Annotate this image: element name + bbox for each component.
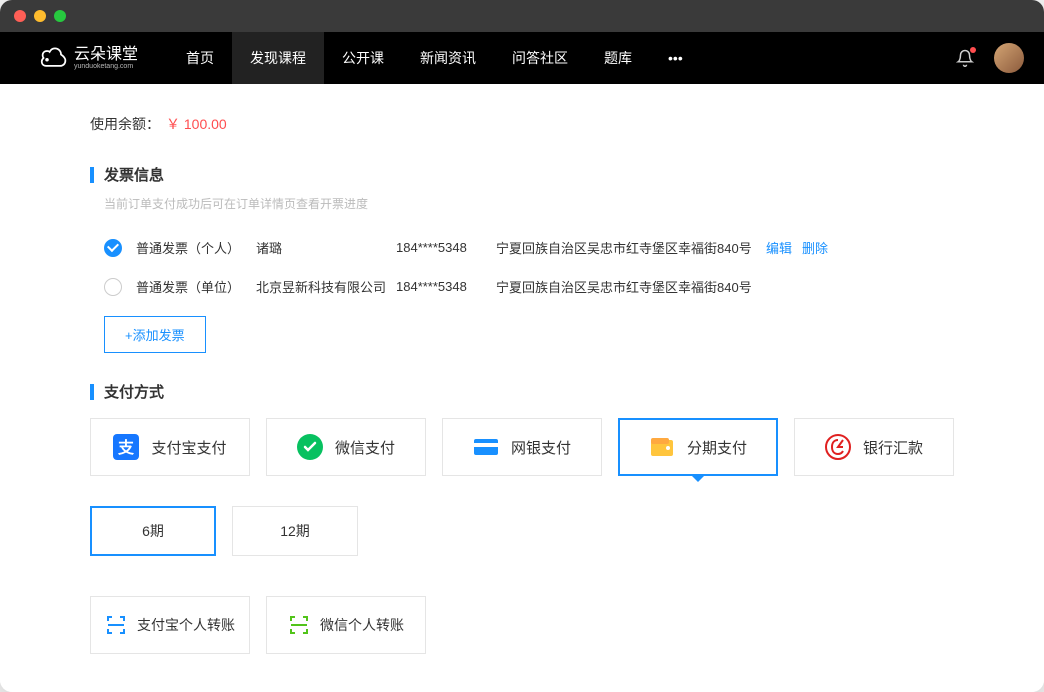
- nav-item-0[interactable]: 首页: [168, 32, 232, 84]
- add-invoice-button[interactable]: +添加发票: [104, 316, 206, 353]
- netbank-icon: [473, 434, 499, 460]
- logo[interactable]: 云朵课堂 yunduoketang.com: [40, 46, 138, 70]
- payment-section-title: 支付方式: [104, 381, 164, 402]
- balance-label: 使用余额：: [90, 114, 160, 134]
- installment-period-option[interactable]: 12期: [232, 506, 358, 556]
- payment-method-bankwire[interactable]: 银行汇款: [794, 418, 954, 476]
- invoice-row: 普通发票（单位）北京昱新科技有限公司184****5348宁夏回族自治区吴忠市红…: [90, 267, 954, 306]
- main-content: 使用余额： ￥ 100.00 发票信息 当前订单支付成功后可在订单详情页查看开票…: [0, 84, 1044, 692]
- invoice-section-title: 发票信息: [104, 164, 164, 185]
- logo-text: 云朵课堂: [74, 47, 138, 63]
- transfer-label: 支付宝个人转账: [137, 615, 235, 635]
- alipay-icon: 支: [113, 434, 139, 460]
- payment-method-label: 网银支付: [511, 437, 571, 458]
- transfer-label: 微信个人转账: [320, 615, 404, 635]
- balance-value: ￥ 100.00: [166, 114, 227, 134]
- invoice-radio[interactable]: [104, 239, 122, 257]
- payment-method-installment[interactable]: 分期支付: [618, 418, 778, 476]
- invoice-phone: 184****5348: [396, 240, 496, 255]
- maximize-window-icon[interactable]: [54, 10, 66, 22]
- cloud-logo-icon: [40, 46, 68, 70]
- logo-subtext: yunduoketang.com: [74, 63, 138, 70]
- payment-method-netbank[interactable]: 网银支付: [442, 418, 602, 476]
- invoice-phone: 184****5348: [396, 279, 496, 294]
- installment-period-option[interactable]: 6期: [90, 506, 216, 556]
- close-window-icon[interactable]: [14, 10, 26, 22]
- invoice-address: 宁夏回族自治区吴忠市红寺堡区幸福街840号: [496, 238, 756, 257]
- window-titlebar: [0, 0, 1044, 32]
- payment-method-label: 微信支付: [335, 437, 395, 458]
- invoice-radio[interactable]: [104, 278, 122, 296]
- notification-bell[interactable]: [956, 49, 974, 67]
- ellipsis-icon: •••: [668, 50, 683, 66]
- payment-method-label: 银行汇款: [863, 437, 923, 458]
- invoice-section-subtitle: 当前订单支付成功后可在订单详情页查看开票进度: [104, 195, 954, 212]
- notification-dot-icon: [970, 47, 976, 53]
- invoice-section: 发票信息 当前订单支付成功后可在订单详情页查看开票进度 普通发票（个人）诸璐18…: [90, 164, 954, 353]
- invoice-row: 普通发票（个人）诸璐184****5348宁夏回族自治区吴忠市红寺堡区幸福街84…: [90, 228, 954, 267]
- payment-method-wechat[interactable]: 微信支付: [266, 418, 426, 476]
- invoice-type: 普通发票（单位）: [136, 277, 256, 296]
- transfer-option-wechat-transfer[interactable]: 微信个人转账: [266, 596, 426, 654]
- nav-item-3[interactable]: 新闻资讯: [402, 32, 494, 84]
- minimize-window-icon[interactable]: [34, 10, 46, 22]
- payment-section: 支付方式 支支付宝支付 微信支付 网银支付 分期支付 银行汇款 6期 12期 支付宝个人转…: [90, 381, 954, 654]
- section-accent-bar: [90, 167, 94, 183]
- invoice-delete-link[interactable]: 删除: [802, 238, 828, 257]
- invoice-name: 北京昱新科技有限公司: [256, 277, 396, 296]
- nav-item-2[interactable]: 公开课: [324, 32, 402, 84]
- navbar: 云朵课堂 yunduoketang.com 首页发现课程公开课新闻资讯问答社区题…: [0, 32, 1044, 84]
- payment-method-label: 分期支付: [687, 437, 747, 458]
- svg-text:支: 支: [117, 438, 135, 457]
- nav-item-5[interactable]: 题库: [586, 32, 650, 84]
- balance-row: 使用余额： ￥ 100.00: [90, 114, 954, 134]
- user-avatar[interactable]: [994, 43, 1024, 73]
- payment-method-label: 支付宝支付: [151, 437, 226, 458]
- nav-item-4[interactable]: 问答社区: [494, 32, 586, 84]
- bank-icon: [825, 434, 851, 460]
- scan-icon: [288, 614, 310, 636]
- wallet-icon: [649, 434, 675, 460]
- invoice-name: 诸璐: [256, 238, 396, 257]
- transfer-option-alipay-transfer[interactable]: 支付宝个人转账: [90, 596, 250, 654]
- payment-method-alipay[interactable]: 支支付宝支付: [90, 418, 250, 476]
- invoice-address: 宁夏回族自治区吴忠市红寺堡区幸福街840号: [496, 277, 756, 296]
- section-accent-bar: [90, 384, 94, 400]
- wechat-icon: [297, 434, 323, 460]
- invoice-type: 普通发票（个人）: [136, 238, 256, 257]
- invoice-edit-link[interactable]: 编辑: [766, 238, 792, 257]
- nav-item-1[interactable]: 发现课程: [232, 32, 324, 84]
- nav-more[interactable]: •••: [650, 50, 701, 66]
- scan-icon: [105, 614, 127, 636]
